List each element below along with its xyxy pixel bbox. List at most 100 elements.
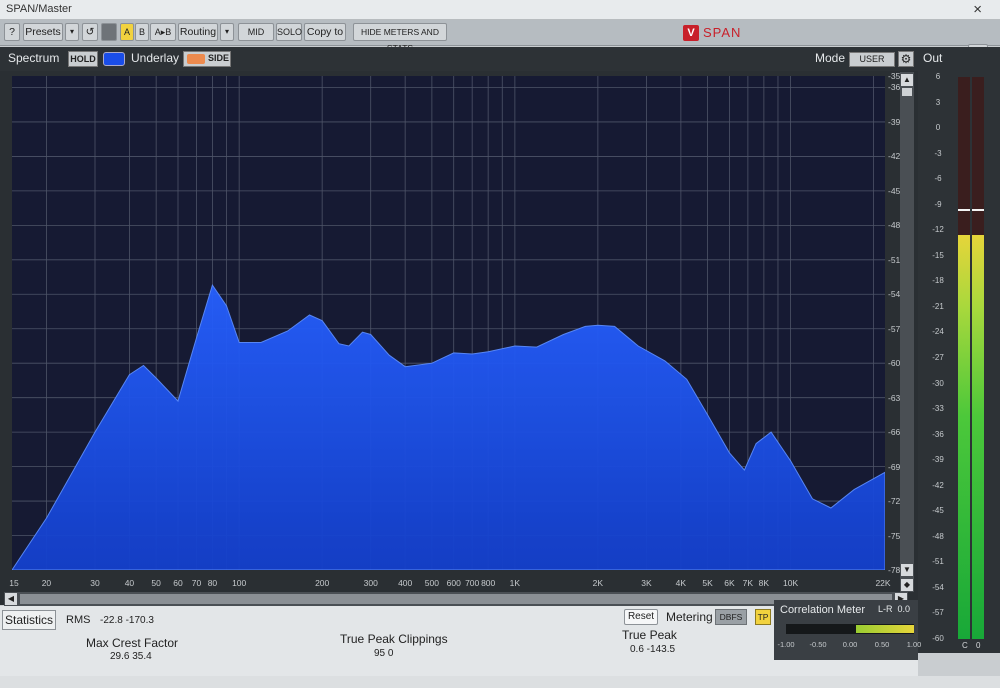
presets-dropdown-icon[interactable]: ▾ [65,23,79,41]
correlation-title: Correlation Meter [780,604,865,616]
span-plugin-window: SPAN/Master × ? Presets ▾ ↺ A B A▸B Rout… [0,0,1000,688]
output-db-tick-label: -18 [932,276,944,286]
freq-tick-label: 6K [724,578,735,588]
help-button[interactable]: ? [4,23,20,41]
hide-meters-button[interactable]: HIDE METERS AND STATS [353,23,447,53]
spectrum-label: Spectrum [8,51,60,65]
db-tick-label: -63 [888,392,901,403]
vertical-scroll-thumb[interactable] [902,88,912,96]
output-db-tick-label: 3 [935,97,941,107]
span-logo-icon: V [683,25,699,41]
output-db-tick-label: -51 [932,557,944,567]
scroll-reset-icon[interactable]: ◆ [901,579,913,591]
output-db-tick-label: -60 [932,634,944,643]
true-peak-toggle[interactable]: TP [755,609,771,625]
peak-hold-right [972,208,984,211]
mode-select[interactable]: USER [849,52,895,67]
spectrum-color-swatch[interactable] [103,52,125,66]
mid-button[interactable]: MID [238,23,274,41]
meter-fill-right [972,234,984,639]
output-db-tick-label: -39 [932,455,944,465]
out-label: Out [923,51,943,65]
routing-dropdown-icon[interactable]: ▾ [220,23,234,41]
state-b-button[interactable]: B [135,23,149,41]
statistics-tab[interactable]: Statistics [2,610,56,630]
state-a-button[interactable]: A [120,23,134,41]
output-meter-left [958,77,970,639]
output-db-tick-label: -12 [932,225,944,235]
output-db-tick-label: -54 [932,582,944,592]
db-tick-label: -60 [888,358,901,369]
freq-tick-label: 20 [41,578,52,588]
channel-right-label: 0 [976,641,981,650]
db-tick-label: -72 [888,496,901,507]
close-icon[interactable]: × [973,1,982,18]
true-peak-values: 0.6 -143.5 [630,644,676,655]
presets-button[interactable]: Presets [23,23,63,41]
state-swatch[interactable] [101,23,117,41]
output-meter-panel: Out C 0 6 3 0 -3 -6 -9 -12 -15 -18 -21 -24 -27 -30 -3… [918,47,1000,653]
db-tick-label: -39 [888,116,901,127]
vertical-scrollbar[interactable]: ▲ ▼ ◆ [900,72,914,592]
scroll-down-icon[interactable]: ▼ [901,564,913,576]
correlation-value: 0.0 [897,604,911,614]
freq-tick-label: 600 [446,578,461,588]
routing-button[interactable]: Routing [178,23,218,41]
correlation-tick-label: -0.50 [809,640,827,649]
underlay-side-button[interactable]: SIDE [183,51,231,67]
freq-tick-label: 200 [315,578,330,588]
db-tick-label: -69 [888,461,901,472]
hold-button[interactable]: HOLD [68,51,98,67]
window-title: SPAN/Master [6,3,72,15]
output-db-tick-label: -9 [934,199,942,209]
output-db-tick-label: 6 [935,72,941,81]
horizontal-scrollbar[interactable]: ◀ ▶ [4,592,908,606]
max-crest-label: Max Crest Factor [86,636,179,650]
freq-tick-label: 500 [424,578,439,588]
underlay-label: Underlay [131,51,180,65]
copy-a-to-b-button[interactable]: A▸B [150,23,176,41]
correlation-mode[interactable]: L-R 0.0 [878,604,910,614]
output-db-tick-label: -57 [932,608,944,618]
output-db-tick-label: -45 [932,506,944,516]
freq-tick-label: 300 [363,578,378,588]
scroll-left-icon[interactable]: ◀ [5,593,17,605]
rms-label: RMS [66,614,91,626]
toolbar: ? Presets ▾ ↺ A B A▸B Routing ▾ MID SOLO… [0,20,1000,62]
brand-name: SPAN [703,25,742,40]
solo-button[interactable]: SOLO [276,23,302,41]
db-tick-label: -66 [888,427,901,438]
db-tick-label: -36 [888,82,901,93]
freq-tick-label: 5K [702,578,713,588]
freq-tick-label: 2K [592,578,604,588]
freq-tick-label: 22K [875,578,891,588]
undo-icon[interactable]: ↺ [82,23,98,41]
freq-tick-label: 70 [191,578,202,588]
freq-tick-label: 400 [398,578,413,588]
db-tick-label: -57 [888,323,901,334]
freq-tick-label: 15 [9,578,19,588]
reset-button[interactable]: Reset [624,609,658,625]
correlation-tick-label: 0.00 [842,640,858,649]
output-db-tick-label: -42 [932,480,944,490]
scroll-up-icon[interactable]: ▲ [901,74,913,86]
horizontal-scroll-thumb[interactable] [20,594,892,604]
output-db-tick-label: 0 [935,123,941,133]
correlation-meter-panel: Correlation Meter L-R 0.0 -1.00 -0.50 0.00… [774,600,921,660]
freq-tick-label: 3K [641,578,652,588]
mode-label: Mode [815,51,846,65]
spectrum-plot[interactable] [12,76,885,570]
freq-tick-label: 800 [481,578,496,588]
metering-select[interactable]: DBFS [715,609,747,625]
freq-tick-label: 50 [151,578,161,588]
gear-icon[interactable]: ⚙ [898,51,914,67]
db-tick-label: -75 [888,530,901,541]
channel-left-label: C [962,641,968,650]
copy-to-button[interactable]: Copy to [304,23,346,41]
correlation-bar [786,624,914,634]
correlation-tick-label: -1.00 [777,640,795,649]
rms-value: -22.8 -170.3 [100,615,154,626]
db-tick-label: -78 [888,565,901,575]
output-db-tick-label: -27 [932,353,944,362]
meter-fill-left [958,234,970,639]
